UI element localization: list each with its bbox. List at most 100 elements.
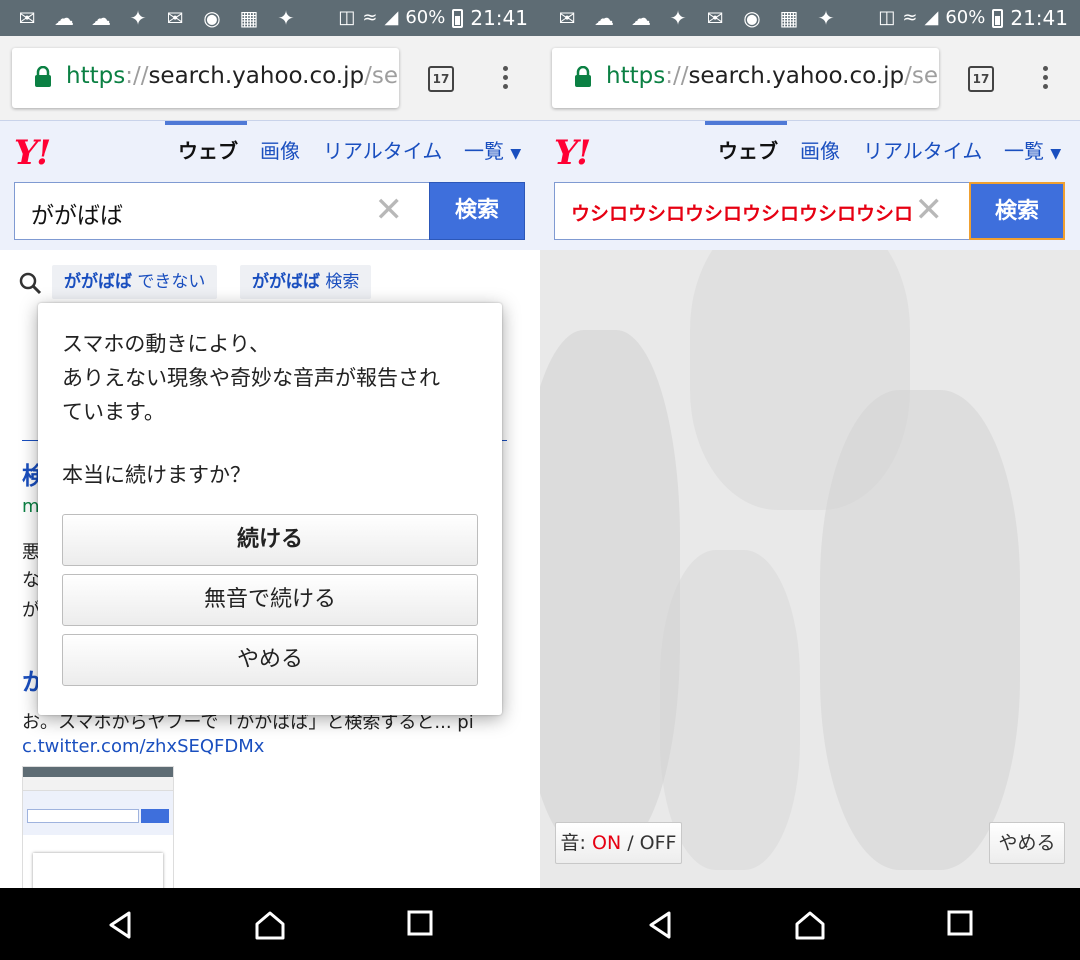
back-icon[interactable] (105, 910, 135, 940)
tab-list-label: 一覧 (464, 139, 504, 163)
battery-icon (992, 8, 1004, 28)
search-input[interactable]: ががばば ✕ (14, 182, 430, 240)
tech-news-icon: ▦ (239, 6, 259, 30)
dialog-question: 本当に続けますか？ (62, 463, 251, 487)
search-input[interactable]: ウシロウシロウシロウシロウシロウシロウシロウシロウシロウ ✕ (554, 182, 970, 240)
chevron-down-icon: ▼ (510, 146, 522, 162)
app-icon: ◉ (743, 6, 761, 30)
cloud-icon: ☁ (54, 6, 74, 30)
tab-list[interactable]: 一覧 ▼ (464, 135, 521, 164)
android-nav-bar (0, 888, 540, 960)
dialog-message-line: スマホの動きにより、 (62, 332, 271, 356)
android-nav-bar (540, 888, 1080, 960)
battery-percent: 60% (945, 7, 986, 28)
wifi-icon: ≈ (362, 7, 378, 28)
suggestion-chip[interactable]: ががばば できない (52, 265, 218, 299)
left-screenshot: ✉ ☁ ☁ ✦ ✉ ◉ ▦ ✦ ◫ ≈ ◢ 60% 21:41 https://… (0, 0, 540, 960)
cancel-button[interactable]: やめる (62, 634, 478, 686)
search-query: ががばば (31, 203, 123, 229)
nfc-icon: ◫ (878, 7, 896, 28)
search-button[interactable]: 検索 (969, 182, 1065, 240)
related-searches: ががばば できない ががばば 検索 (14, 265, 534, 301)
cloud-icon: ☁ (631, 6, 651, 30)
back-icon[interactable] (645, 910, 675, 940)
tab-switcher-button[interactable]: 17 (428, 66, 454, 92)
result-url: m (22, 496, 40, 517)
twitter-icon: ✦ (817, 6, 835, 30)
clear-icon[interactable]: ✕ (915, 191, 944, 229)
continue-muted-button[interactable]: 無音で続ける (62, 574, 478, 626)
notification-icons: ✉ ☁ ☁ ✦ ✉ ◉ ▦ ✦ (14, 5, 299, 31)
dialog-message-line: ています。 (62, 400, 165, 424)
status-bar: ✉ ☁ ☁ ✦ ✉ ◉ ▦ ✦ ◫ ≈ ◢ 60% 21:41 (0, 0, 540, 36)
tab-switcher-button[interactable]: 17 (968, 66, 994, 92)
stop-button[interactable]: やめる (989, 822, 1065, 864)
ghost-fog-overlay: 音: ON / OFF やめる (540, 250, 1080, 890)
twitter-icon: ✦ (669, 6, 687, 30)
fog-shape (540, 330, 680, 850)
search-icon (19, 272, 42, 295)
yahoo-header: Y! ウェブ 画像 リアルタイム 一覧 ▼ ががばば ✕ 検索 (0, 120, 540, 250)
continue-button[interactable]: 続ける (62, 514, 478, 566)
tab-realtime[interactable]: リアルタイム (863, 135, 982, 164)
tab-web[interactable]: ウェブ (178, 135, 238, 164)
search-row: ががばば ✕ 検索 (14, 182, 525, 240)
tab-list[interactable]: 一覧 ▼ (1004, 135, 1061, 164)
cloud-icon: ☁ (594, 6, 614, 30)
battery-percent: 60% (405, 7, 446, 28)
mail-icon: ✉ (706, 6, 724, 30)
twitter-icon: ✦ (277, 6, 295, 30)
search-query: ウシロウシロウシロウシロウシロウシロウシロウシロウシロウ (571, 203, 911, 225)
browser-menu-icon[interactable] (1035, 64, 1055, 94)
tab-realtime[interactable]: リアルタイム (323, 135, 442, 164)
twitter-icon: ✦ (129, 6, 147, 30)
warning-dialog: スマホの動きにより、 ありえない現象や奇妙な音声が報告され ています。 本当に続… (38, 303, 502, 715)
url-text: https://search.yahoo.co.jp/sea (606, 63, 939, 89)
chat-icon: ✉ (558, 6, 576, 30)
mail-icon: ✉ (166, 6, 184, 30)
tab-images[interactable]: 画像 (260, 135, 300, 164)
clear-icon[interactable]: ✕ (375, 191, 404, 229)
home-icon[interactable] (254, 910, 286, 940)
lock-icon (575, 66, 591, 87)
active-tab-indicator (165, 121, 247, 125)
dialog-message-line: ありえない現象や奇妙な音声が報告され (62, 366, 440, 390)
lock-icon (35, 66, 51, 87)
yahoo-header: Y! ウェブ 画像 リアルタイム 一覧 ▼ ウシロウシロウシロウシロウシロウシロ… (540, 120, 1080, 250)
suggestion-chip[interactable]: ががばば 検索 (240, 265, 372, 299)
chevron-down-icon: ▼ (1050, 146, 1062, 162)
sound-toggle[interactable]: 音: ON / OFF (555, 822, 682, 864)
clock: 21:41 (1010, 6, 1068, 30)
tab-web[interactable]: ウェブ (718, 135, 778, 164)
browser-toolbar: https://search.yahoo.co.jp/sea 17 (540, 36, 1080, 120)
search-tabs: ウェブ 画像 リアルタイム 一覧 ▼ (540, 121, 1080, 171)
tech-news-icon: ▦ (779, 6, 799, 30)
tab-images[interactable]: 画像 (800, 135, 840, 164)
tweet-image-thumbnail[interactable] (22, 766, 174, 890)
tab-list-label: 一覧 (1004, 139, 1044, 163)
fog-shape (820, 390, 1020, 870)
recents-icon[interactable] (407, 910, 433, 936)
url-text: https://search.yahoo.co.jp/sea (66, 63, 399, 89)
url-bar[interactable]: https://search.yahoo.co.jp/sea (12, 48, 399, 108)
search-row: ウシロウシロウシロウシロウシロウシロウシロウシロウシロウ ✕ 検索 (554, 182, 1065, 240)
chat-icon: ✉ (18, 6, 36, 30)
dialog-message: スマホの動きにより、 ありえない現象や奇妙な音声が報告され ています。 (62, 327, 482, 429)
home-icon[interactable] (794, 910, 826, 940)
signal-icon: ◢ (384, 7, 399, 28)
search-button[interactable]: 検索 (429, 182, 525, 240)
notification-icons: ✉ ☁ ☁ ✦ ✉ ◉ ▦ ✦ (554, 5, 839, 31)
signal-icon: ◢ (924, 7, 939, 28)
app-icon: ◉ (203, 6, 221, 30)
search-tabs: ウェブ 画像 リアルタイム 一覧 ▼ (0, 121, 540, 171)
wifi-icon: ≈ (902, 7, 918, 28)
status-bar: ✉ ☁ ☁ ✦ ✉ ◉ ▦ ✦ ◫ ≈ ◢ 60% 21:41 (540, 0, 1080, 36)
browser-menu-icon[interactable] (495, 64, 515, 94)
url-bar[interactable]: https://search.yahoo.co.jp/sea (552, 48, 939, 108)
right-screenshot: ✉ ☁ ☁ ✦ ✉ ◉ ▦ ✦ ◫ ≈ ◢ 60% 21:41 https://… (540, 0, 1080, 960)
tweet-link[interactable]: c.twitter.com/zhxSEQFDMx (22, 736, 264, 757)
battery-icon (452, 8, 464, 28)
active-tab-indicator (705, 121, 787, 125)
nfc-icon: ◫ (338, 7, 356, 28)
recents-icon[interactable] (947, 910, 973, 936)
